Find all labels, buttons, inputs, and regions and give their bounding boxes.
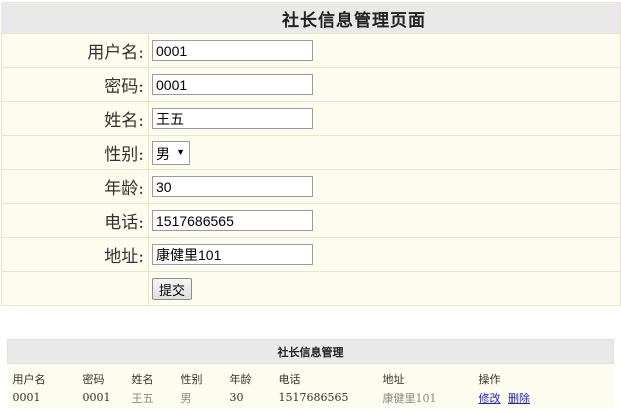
username-label: 用户名: (1, 33, 149, 68)
phone-label: 电话: (1, 203, 149, 238)
form-row-phone: 电话: 1517686565 (1, 203, 621, 238)
gender-label: 性别: (1, 135, 149, 170)
cell-age: 30 (224, 387, 274, 408)
column-header-password: 密码 (77, 363, 127, 387)
cell-actions: 修改 删除 (473, 387, 614, 408)
column-header-name: 姓名 (126, 363, 176, 387)
form-row-age: 年龄: 30 (1, 169, 621, 204)
table-row: 0001 0001 王五 男 30 1517686565 康健里101 修改 删… (7, 387, 614, 408)
cell-password: 0001 (77, 387, 127, 408)
gender-select[interactable]: 男 ▼ (152, 140, 190, 165)
form-row-username: 用户名: 0001 (1, 33, 621, 68)
password-label: 密码: (1, 67, 149, 102)
caret-down-icon: ▼ (176, 146, 185, 157)
form-row-password: 密码: 0001 (1, 67, 621, 102)
submit-button[interactable]: 提交 (152, 277, 193, 300)
list-header-row: 用户名 密码 姓名 性别 年龄 电话 地址 操作 (7, 363, 614, 387)
cell-address: 康健里101 (377, 387, 474, 408)
address-input[interactable]: 康健里101 (152, 244, 313, 265)
name-input[interactable]: 王五 (152, 108, 313, 129)
list-title: 社长信息管理 (7, 339, 614, 364)
president-info-form: 社长信息管理页面 用户名: 0001 密码: 0001 姓名: 王五 性别: 男… (1, 2, 621, 306)
column-header-age: 年龄 (224, 363, 274, 387)
cell-phone: 1517686565 (273, 387, 378, 408)
address-label: 地址: (1, 237, 149, 272)
form-row-submit: 提交 (1, 271, 621, 306)
phone-input[interactable]: 1517686565 (152, 210, 313, 231)
cell-username: 0001 (7, 387, 78, 408)
column-header-address: 地址 (377, 363, 474, 387)
cell-name: 王五 (126, 387, 176, 408)
age-label: 年龄: (1, 169, 149, 204)
column-header-actions: 操作 (473, 363, 614, 387)
column-header-phone: 电话 (273, 363, 378, 387)
password-input[interactable]: 0001 (152, 74, 313, 95)
column-header-gender: 性别 (175, 363, 225, 387)
form-row-address: 地址: 康健里101 (1, 237, 621, 272)
username-input[interactable]: 0001 (152, 40, 313, 61)
cell-gender: 男 (175, 387, 225, 408)
president-info-list: 社长信息管理 用户名 密码 姓名 性别 年龄 电话 地址 操作 0001 000… (7, 339, 614, 408)
edit-link[interactable]: 修改 (479, 392, 501, 405)
column-header-username: 用户名 (7, 363, 78, 387)
form-row-gender: 性别: 男 ▼ (1, 135, 621, 170)
delete-link[interactable]: 删除 (508, 392, 530, 405)
form-row-name: 姓名: 王五 (1, 101, 621, 136)
name-label: 姓名: (1, 101, 149, 136)
gender-select-value: 男 (156, 145, 170, 162)
form-title: 社长信息管理页面 (1, 2, 621, 34)
age-input[interactable]: 30 (152, 176, 313, 197)
